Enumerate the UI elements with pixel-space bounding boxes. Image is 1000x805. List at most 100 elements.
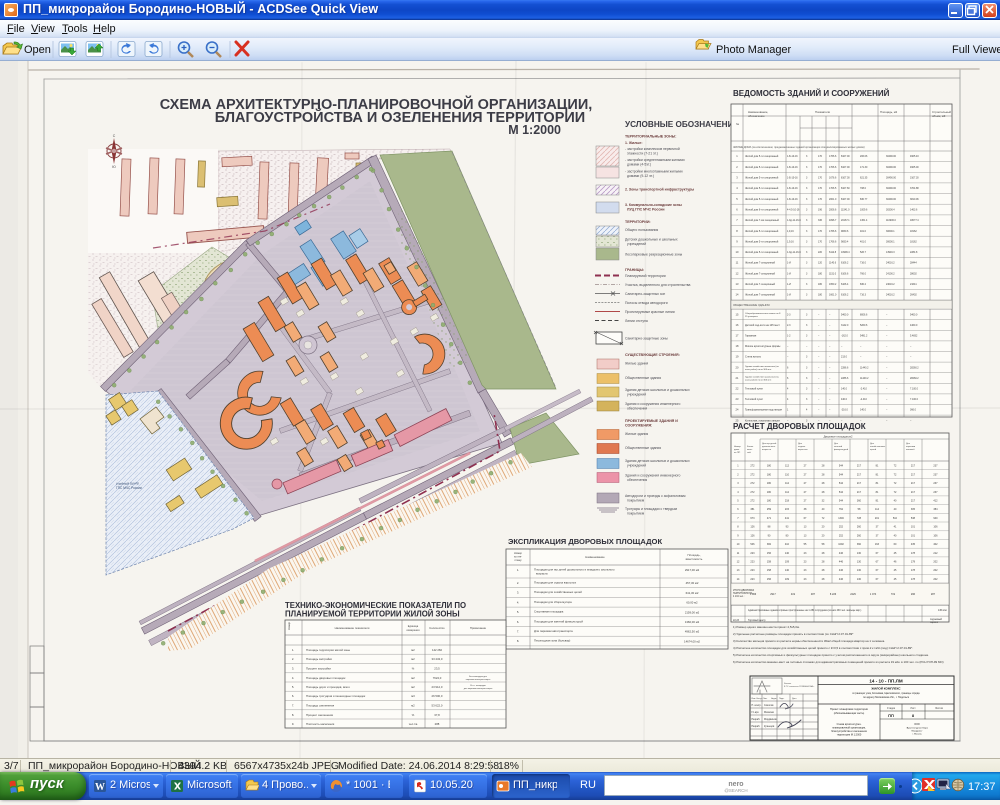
svg-text:217: 217	[911, 473, 916, 476]
svg-text:Жилой дом 7-секционный: Жилой дом 7-секционный	[745, 262, 776, 265]
svg-text:7624,0: 7624,0	[433, 676, 442, 680]
svg-text:4.: 4.	[292, 676, 295, 680]
svg-text:202: 202	[933, 569, 938, 572]
svg-text:220: 220	[818, 251, 823, 254]
svg-text:обозначение: обозначение	[748, 114, 765, 118]
svg-text:237: 237	[933, 482, 938, 485]
svg-text:114: 114	[875, 508, 880, 511]
svg-text:106: 106	[933, 526, 938, 529]
svg-text:дошкольного: дошкольного	[762, 446, 776, 448]
svg-text:544: 544	[839, 500, 844, 503]
svg-text:419: 419	[791, 593, 796, 596]
svg-text:272: 272	[750, 500, 755, 503]
svg-text:парковки: парковки	[906, 446, 916, 448]
svg-text:440.0: 440.0	[841, 398, 848, 401]
svg-text:112: 112	[785, 465, 790, 468]
svg-text:Full Viewer: Full Viewer	[952, 44, 1000, 56]
svg-text:ТЕРРИТОРИАЛЬНЫЕ ЗОНЫ:: ТЕРРИТОРИАЛЬНЫЕ ЗОНЫ:	[625, 135, 676, 139]
svg-text:180: 180	[767, 473, 772, 476]
svg-text:9.: 9.	[292, 722, 295, 726]
svg-text:1.: 1.	[517, 568, 520, 572]
svg-text:7.: 7.	[517, 630, 520, 634]
svg-text:- застройки среднеэтажными жил: - застройки среднеэтажными жилыми	[625, 158, 685, 162]
svg-text:3.: 3.	[292, 667, 295, 671]
svg-text:673: 673	[750, 517, 755, 520]
svg-text:РАСЧЕТ ДВОРОВЫХ ПЛОЩАДОК: РАСЧЕТ ДВОРОВЫХ ПЛОЩАДОК	[733, 422, 866, 431]
svg-text:11440.2: 11440.2	[860, 377, 869, 380]
svg-text:22,23: 22,23	[733, 619, 740, 622]
svg-text:1-И: 1-И	[787, 262, 791, 265]
svg-text:382: 382	[767, 543, 772, 546]
svg-text:641,30 м2: 641,30 м2	[686, 591, 699, 595]
svg-text:26402: 26402	[910, 294, 917, 297]
svg-text:Площадь озеленения: Площадь озеленения	[306, 704, 335, 708]
svg-text:1706.5: 1706.5	[829, 187, 837, 190]
svg-text:1766.6: 1766.6	[829, 155, 837, 158]
svg-text:Номер: Номер	[734, 446, 742, 448]
svg-text:Подп.: Подп.	[779, 698, 785, 700]
svg-text:2006.6: 2006.6	[829, 208, 837, 211]
svg-text:4460.0: 4460.0	[910, 324, 918, 327]
svg-text:Листов: Листов	[935, 707, 943, 710]
svg-text:№: №	[736, 122, 739, 126]
svg-text:446: 446	[839, 561, 844, 564]
svg-text:180: 180	[767, 465, 772, 468]
svg-text:217: 217	[857, 482, 862, 485]
svg-text:8107.00: 8107.00	[841, 198, 850, 201]
svg-text:1009.6: 1009.6	[860, 208, 868, 211]
svg-text:28602: 28602	[910, 272, 917, 275]
svg-text:ТЕРРИТОРИИ:: ТЕРРИТОРИИ:	[625, 220, 651, 224]
svg-text:1766.6: 1766.6	[829, 230, 837, 233]
svg-text:708.0: 708.0	[860, 187, 867, 190]
svg-text:1361.4: 1361.4	[860, 219, 868, 222]
svg-text:223: 223	[750, 561, 755, 564]
svg-text:14674,00 м2: 14674,00 м2	[684, 639, 700, 643]
svg-text:Изм. Кол.уч: Изм. Кол.уч	[752, 698, 763, 700]
svg-text:1.: 1.	[292, 648, 295, 652]
svg-text:223: 223	[750, 552, 755, 555]
svg-text:Общеобразовательная школа на 8: Общеобразовательная школа на 8	[745, 313, 781, 315]
svg-text:Номер: Номер	[287, 621, 291, 630]
svg-text:Жилые здания: Жилые здания	[625, 362, 648, 366]
svg-text:Торговый центр: Торговый центр	[748, 619, 766, 622]
svg-text:Жилой дом 5-ти секционный: Жилой дом 5-ти секционный	[745, 187, 779, 190]
svg-text:2284.8: 2284.8	[910, 251, 918, 254]
svg-text:3704.88: 3704.88	[910, 187, 919, 190]
svg-text:24016.2: 24016.2	[886, 262, 895, 265]
svg-text:237: 237	[933, 491, 938, 494]
svg-text:130: 130	[857, 561, 862, 564]
svg-text:отдыха: отдыха	[798, 446, 806, 448]
svg-text:Тротуары и площадки с твердым: Тротуары и площадки с твердым	[625, 507, 678, 511]
svg-text:Мордвинов: Мордвинов	[764, 718, 777, 721]
svg-text:215: 215	[785, 508, 790, 511]
svg-text:домами (4-5эт.): домами (4-5эт.)	[627, 163, 651, 167]
svg-text:21641: 21641	[910, 283, 917, 286]
svg-text:8.: 8.	[517, 639, 520, 643]
svg-text:Жилой дом 7-ми секционный: Жилой дом 7-ми секционный	[745, 219, 779, 222]
svg-text:202: 202	[933, 561, 938, 564]
svg-text:ООО: ООО	[914, 723, 920, 726]
svg-text:2. Зоны транспортной инфрастру: 2. Зоны транспортной инфраструктуры	[625, 188, 694, 192]
svg-text:1706.6: 1706.6	[829, 166, 837, 169]
svg-text:г. Москва: г. Москва	[912, 734, 922, 736]
svg-text:учреждений: учреждений	[627, 242, 646, 246]
svg-text:2) Удельные расчетные размеры: 2) Удельные расчетные размеры площадок п…	[733, 632, 854, 636]
svg-text:223: 223	[750, 578, 755, 581]
svg-text:252: 252	[839, 534, 844, 537]
svg-text:544: 544	[839, 491, 844, 494]
svg-text:Площадки для занятий физкульту: Площадки для занятий физкультурой	[534, 619, 583, 623]
svg-text:по ПП: по ПП	[734, 452, 741, 454]
svg-text:217: 217	[857, 465, 862, 468]
svg-text:180: 180	[818, 294, 823, 297]
svg-text:336: 336	[818, 219, 823, 222]
svg-text:этажности (7-21 эт.): этажности (7-21 эт.)	[627, 152, 658, 156]
svg-text:6106.4: 6106.4	[841, 283, 849, 286]
svg-text:206.06: 206.06	[860, 155, 868, 158]
svg-text:плану: плану	[514, 559, 522, 562]
svg-text:140.0: 140.0	[860, 409, 867, 412]
svg-text:М 1:2000: М 1:2000	[508, 123, 561, 137]
svg-text:1. Жилые:: 1. Жилые:	[625, 141, 643, 145]
svg-text:1650.2: 1650.2	[829, 283, 837, 286]
svg-text:Автодороги и проезды с асфальт: Автодороги и проезды с асфальтовым	[625, 494, 686, 498]
svg-text:5460.0: 5460.0	[910, 313, 918, 316]
